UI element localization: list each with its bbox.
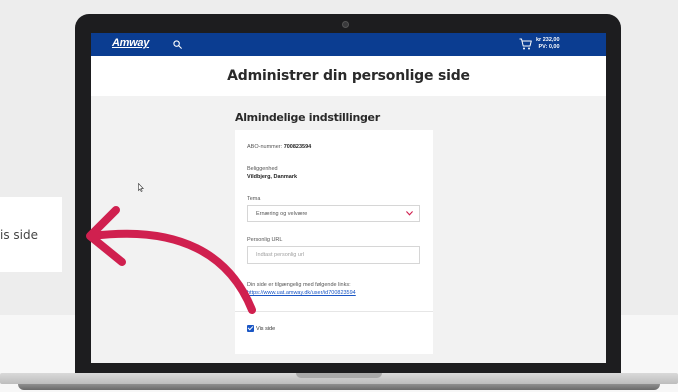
abo-value: 700823594 [283,144,312,150]
laptop-base-bottom [18,384,660,390]
zoomed-side-label: is side [0,228,38,242]
chevron-down-icon [406,211,413,216]
page-title: Administrer din personlige side [227,68,470,84]
cursor-icon [138,183,144,192]
cart-summary[interactable]: kr 232,00 PV: 0,00 [536,37,560,51]
show-page-checkbox[interactable] [247,325,254,332]
page-title-bar: Administrer din personlige side [91,56,606,96]
cart-icon[interactable] [519,38,532,50]
cart-price: kr 232,00 [536,37,560,43]
location-label: Beliggenhed [247,166,278,172]
theme-select[interactable]: Ernæring og velvære [247,205,420,222]
laptop-base [0,373,678,392]
personal-page-link[interactable]: https://www.uat.amway.dk/user/id70082359… [247,290,356,296]
amway-logo[interactable]: Amway [112,37,149,49]
site-header: Amway kr 232,00 PV: 0,00 [91,33,606,56]
camera-icon [342,21,349,28]
links-description: Din side er tilgængelig med følgende lin… [247,282,351,288]
section-heading: Almindelige indstillinger [235,111,380,124]
cart-pv: PV: 0,00 [538,44,560,50]
settings-form: ABO-nummer: 700823594 Beliggenhed Vildbj… [235,130,433,354]
curved-arrow-icon [86,206,256,314]
personal-url-input[interactable] [247,246,420,264]
laptop-base-notch [296,373,382,378]
abo-label: ABO-nummer: [247,144,283,150]
theme-selected-value: Ernæring og velvære [256,211,308,217]
show-page-label[interactable]: Vis side [256,326,275,332]
search-icon[interactable] [173,40,182,49]
abo-number: ABO-nummer: 700823594 [247,144,311,150]
divider [235,311,433,312]
location-value: Vildbjerg, Danmark [247,174,298,180]
zoomed-side-card: is side [0,197,62,272]
